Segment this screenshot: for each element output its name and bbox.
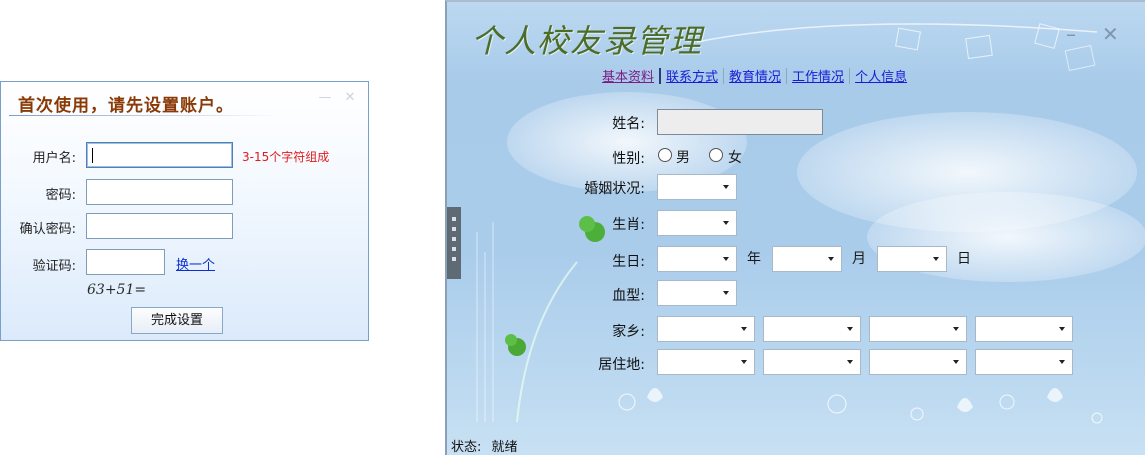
chevron-down-icon xyxy=(723,291,729,295)
chevron-down-icon xyxy=(723,221,729,225)
hometown-label: 家乡: xyxy=(612,324,645,340)
captcha-label: 验证码: xyxy=(32,259,76,274)
password-label: 密码: xyxy=(45,188,76,203)
birthday-label: 生日: xyxy=(612,254,645,270)
birth-year-select[interactable] xyxy=(657,246,737,272)
tab-separator xyxy=(723,67,725,84)
birth-month-select[interactable] xyxy=(772,246,842,272)
hometown-select-1[interactable] xyxy=(657,316,755,342)
refresh-captcha-link[interactable]: 换一个 xyxy=(176,254,215,273)
chevron-down-icon xyxy=(1059,327,1065,331)
tab-bar: 基本资料 联系方式 教育情况 工作情况 个人信息 xyxy=(598,66,911,85)
zodiac-select[interactable] xyxy=(657,210,737,236)
app-title: 个人校友录管理 xyxy=(471,22,703,60)
chevron-down-icon xyxy=(741,327,747,331)
residence-select-4[interactable] xyxy=(975,349,1073,375)
tab-separator xyxy=(849,67,851,84)
close-icon[interactable]: ✕ xyxy=(342,91,358,105)
captcha-question: 63+51= xyxy=(87,282,147,298)
day-label: 日 xyxy=(957,251,971,267)
month-label: 月 xyxy=(852,251,866,267)
status-label: 状态: xyxy=(451,440,482,455)
confirm-password-label: 确认密码: xyxy=(19,222,76,237)
side-grip-handle[interactable] xyxy=(447,207,461,279)
title-divider xyxy=(9,115,279,116)
password-input[interactable] xyxy=(86,179,233,205)
chevron-down-icon xyxy=(1059,360,1065,364)
year-label: 年 xyxy=(747,251,761,267)
gender-male-radio[interactable] xyxy=(658,148,672,162)
residence-select-2[interactable] xyxy=(763,349,861,375)
zodiac-label: 生肖: xyxy=(612,217,645,233)
tab-education[interactable]: 教育情况 xyxy=(725,66,785,85)
birth-day-select[interactable] xyxy=(877,246,947,272)
chevron-down-icon xyxy=(953,327,959,331)
text-caret xyxy=(92,148,93,163)
gender-male-label: 男 xyxy=(676,150,690,166)
dialog-title: 首次使用，请先设置账户。 xyxy=(18,96,234,116)
marital-status-label: 婚姻状况: xyxy=(584,181,645,197)
tab-separator xyxy=(786,67,788,84)
marital-status-select[interactable] xyxy=(657,174,737,200)
captcha-input[interactable] xyxy=(86,249,165,275)
chevron-down-icon xyxy=(847,327,853,331)
chevron-down-icon xyxy=(933,257,939,261)
gender-label: 性别: xyxy=(612,151,645,167)
username-input[interactable] xyxy=(86,142,233,168)
tab-work[interactable]: 工作情况 xyxy=(788,66,848,85)
chevron-down-icon xyxy=(953,360,959,364)
account-setup-dialog: 首次使用，请先设置账户。 — ✕ 用户名: 3-15个字符组成 密码: 确认密码… xyxy=(0,81,369,341)
name-input[interactable] xyxy=(657,109,823,135)
tab-contact[interactable]: 联系方式 xyxy=(662,66,722,85)
tab-separator xyxy=(659,67,662,84)
chevron-down-icon xyxy=(723,257,729,261)
residence-label: 居住地: xyxy=(598,357,645,373)
blood-type-select[interactable] xyxy=(657,280,737,306)
tab-basic-info[interactable]: 基本资料 xyxy=(598,66,658,85)
finish-setup-button[interactable]: 完成设置 xyxy=(131,307,223,334)
chevron-down-icon xyxy=(828,257,834,261)
hometown-select-2[interactable] xyxy=(763,316,861,342)
gender-female-radio[interactable] xyxy=(709,148,723,162)
minimize-icon[interactable]: – xyxy=(1066,22,1076,46)
minimize-icon[interactable]: — xyxy=(317,91,333,105)
close-icon[interactable]: ✕ xyxy=(1102,22,1119,46)
hometown-select-4[interactable] xyxy=(975,316,1073,342)
username-label: 用户名: xyxy=(32,151,76,166)
chevron-down-icon xyxy=(723,185,729,189)
tab-personal[interactable]: 个人信息 xyxy=(851,66,911,85)
confirm-password-input[interactable] xyxy=(86,213,233,239)
chevron-down-icon xyxy=(741,360,747,364)
status-bar: 状态: 就绪 xyxy=(451,436,518,455)
hometown-select-3[interactable] xyxy=(869,316,967,342)
username-hint: 3-15个字符组成 xyxy=(242,150,330,164)
chevron-down-icon xyxy=(847,360,853,364)
alumni-manager-window: 个人校友录管理 – ✕ 基本资料 联系方式 教育情况 工作情况 个人信息 姓名:… xyxy=(445,0,1145,455)
name-label: 姓名: xyxy=(612,116,645,132)
residence-select-1[interactable] xyxy=(657,349,755,375)
blood-type-label: 血型: xyxy=(612,288,645,304)
gender-female-label: 女 xyxy=(728,150,742,166)
residence-select-3[interactable] xyxy=(869,349,967,375)
status-value: 就绪 xyxy=(491,440,518,455)
cloud-decoration xyxy=(797,112,1137,232)
